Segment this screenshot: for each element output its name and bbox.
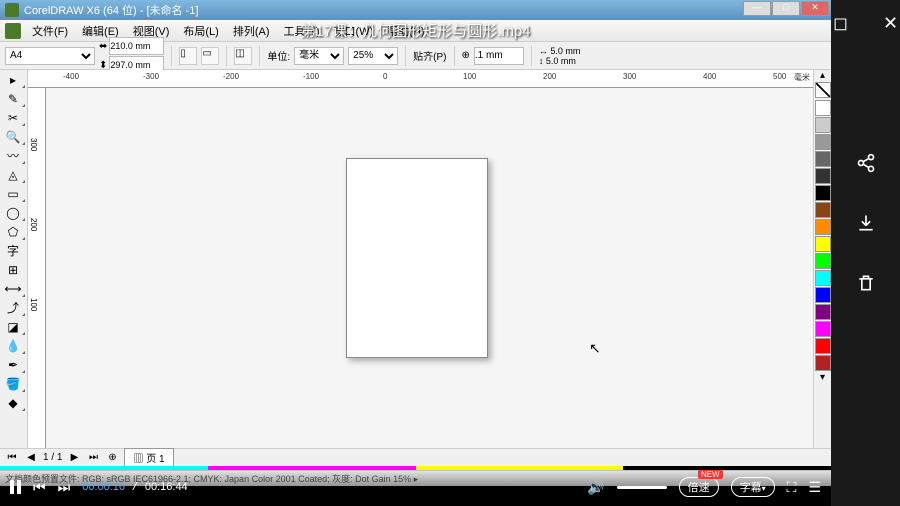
- prev-video-button[interactable]: ⏮: [33, 479, 46, 496]
- portrait-button[interactable]: ▯: [179, 47, 197, 65]
- page-navigator: ⏮ ◀ 1 / 1 ▶ ⏭ ⊕ ▥ 页 1: [0, 448, 831, 466]
- menu-file[interactable]: 文件(F): [26, 21, 74, 41]
- pick-tool[interactable]: ▸: [0, 70, 26, 89]
- volume-slider[interactable]: [617, 486, 667, 489]
- menu-arrange[interactable]: 排列(A): [227, 21, 276, 41]
- last-page-button[interactable]: ⏭: [86, 452, 100, 463]
- color-swatch[interactable]: [815, 270, 831, 286]
- shape-tool[interactable]: ✎: [0, 89, 26, 108]
- pause-button[interactable]: [10, 480, 21, 494]
- height-icon: ⬍: [99, 60, 107, 71]
- pip-button[interactable]: ◻: [821, 8, 861, 38]
- paper-size-select[interactable]: A4: [5, 47, 95, 65]
- nudge-input[interactable]: [474, 47, 524, 65]
- color-palette: ▴ ▾: [813, 70, 831, 448]
- speed-button[interactable]: 倍速NEW: [679, 477, 719, 497]
- canvas[interactable]: ↖: [46, 88, 813, 448]
- add-page-button[interactable]: ⊕: [105, 452, 119, 463]
- mouse-cursor-icon: ↖: [589, 340, 601, 357]
- outline-tool[interactable]: ✒: [0, 355, 26, 374]
- rectangle-tool[interactable]: ▭: [0, 184, 26, 203]
- polygon-tool[interactable]: ⬠: [0, 222, 26, 241]
- color-swatch[interactable]: [815, 219, 831, 235]
- zoom-tool[interactable]: 🔍: [0, 127, 26, 146]
- color-swatch[interactable]: [815, 321, 831, 337]
- color-swatch[interactable]: [815, 253, 831, 269]
- prev-page-button[interactable]: ◀: [24, 452, 38, 463]
- snap-label[interactable]: 贴齐(P): [413, 48, 446, 63]
- close-player-button[interactable]: ✕: [871, 8, 900, 38]
- width-icon: ⬌: [99, 41, 107, 52]
- color-swatch[interactable]: [815, 117, 831, 133]
- dimension-tool[interactable]: ⟷: [0, 279, 26, 298]
- menu-help[interactable]: 帮助(H): [381, 21, 430, 41]
- color-swatch[interactable]: [815, 202, 831, 218]
- smart-fill-tool[interactable]: ◬: [0, 165, 26, 184]
- color-swatch[interactable]: [815, 151, 831, 167]
- color-swatch[interactable]: [815, 100, 831, 116]
- caption-button[interactable]: 字幕▾: [731, 477, 775, 497]
- menu-window[interactable]: 窗口(W): [328, 21, 380, 41]
- ellipse-tool[interactable]: ◯: [0, 203, 26, 222]
- units-select[interactable]: 毫米: [294, 47, 344, 65]
- page-tab[interactable]: ▥ 页 1: [124, 448, 173, 467]
- page-counter: 1 / 1: [43, 452, 62, 463]
- color-swatch[interactable]: [815, 304, 831, 320]
- zoom-select[interactable]: 25%: [348, 47, 398, 65]
- player-sidebar: ◻ ✕: [831, 0, 900, 506]
- dup-x-icon: ↔: [539, 46, 548, 56]
- no-color-swatch[interactable]: [815, 82, 831, 98]
- property-bar: A4 ⬌ ⬍ ▯ ▭ ◫ 单位: 毫米 25% 贴齐(P) ⊕ ↔ 5.0 mm…: [0, 42, 831, 70]
- horizontal-ruler: -400-300-200-1000100200300400500毫米: [28, 70, 813, 88]
- color-swatch[interactable]: [815, 287, 831, 303]
- first-page-button[interactable]: ⏮: [5, 452, 19, 463]
- toolbox: ▸ ✎ ✂ 🔍 〰 ◬ ▭ ◯ ⬠ 字 ⊞ ⟷ ⤴ ◪ 💧 ✒ 🪣 ◆: [0, 70, 28, 448]
- page-width-input[interactable]: [109, 37, 164, 55]
- palette-down-icon[interactable]: ▾: [814, 372, 831, 383]
- next-page-button[interactable]: ▶: [67, 452, 81, 463]
- window-title: CorelDRAW X6 (64 位) - [未命名 -1]: [24, 2, 198, 18]
- crop-tool[interactable]: ✂: [0, 108, 26, 127]
- effects-tool[interactable]: ◪: [0, 317, 26, 336]
- connector-tool[interactable]: ⤴: [0, 298, 26, 317]
- units-label: 单位:: [267, 48, 290, 63]
- corel-logo-icon: [5, 23, 21, 39]
- app-logo-icon: [5, 3, 19, 17]
- duration: 00:16:44: [145, 481, 188, 493]
- color-swatch[interactable]: [815, 134, 831, 150]
- nudge-icon: ⊕: [462, 50, 470, 61]
- landscape-button[interactable]: ▭: [201, 47, 219, 65]
- os-titlebar: CorelDRAW X6 (64 位) - [未命名 -1] — □ ✕: [0, 0, 831, 20]
- color-swatch[interactable]: [815, 236, 831, 252]
- dup-y-icon: ↕: [539, 56, 544, 66]
- fill-tool[interactable]: 🪣: [0, 374, 26, 393]
- maximize-button[interactable]: □: [772, 1, 800, 16]
- playlist-button[interactable]: ☰: [808, 479, 821, 496]
- eyedropper-tool[interactable]: 💧: [0, 336, 26, 355]
- fullscreen-button[interactable]: ⛶: [787, 479, 797, 496]
- current-time: 00:00:16: [82, 481, 125, 493]
- color-swatch[interactable]: [815, 355, 831, 371]
- delete-button[interactable]: [846, 268, 886, 298]
- text-tool[interactable]: 字: [0, 241, 26, 260]
- page-rectangle: [346, 158, 488, 358]
- pages-icon[interactable]: ◫: [234, 47, 252, 65]
- color-swatch[interactable]: [815, 185, 831, 201]
- menu-layout[interactable]: 布局(L): [177, 21, 224, 41]
- color-swatch[interactable]: [815, 168, 831, 184]
- volume-button[interactable]: 🔊: [587, 479, 604, 496]
- table-tool[interactable]: ⊞: [0, 260, 26, 279]
- palette-up-icon[interactable]: ▴: [814, 70, 831, 81]
- player-controls: ⏮ ⏭ 00:00:16 / 00:16:44 🔊 倍速NEW 字幕▾ ⛶ ☰: [0, 468, 831, 506]
- vertical-ruler: 300200100: [28, 88, 46, 448]
- share-button[interactable]: [846, 148, 886, 178]
- menu-tools[interactable]: 工具(T): [278, 21, 326, 41]
- freehand-tool[interactable]: 〰: [0, 146, 26, 165]
- next-video-button[interactable]: ⏭: [58, 479, 71, 496]
- download-button[interactable]: [846, 208, 886, 238]
- color-swatch[interactable]: [815, 338, 831, 354]
- minimize-button[interactable]: —: [743, 1, 771, 16]
- interactive-fill-tool[interactable]: ◆: [0, 393, 26, 412]
